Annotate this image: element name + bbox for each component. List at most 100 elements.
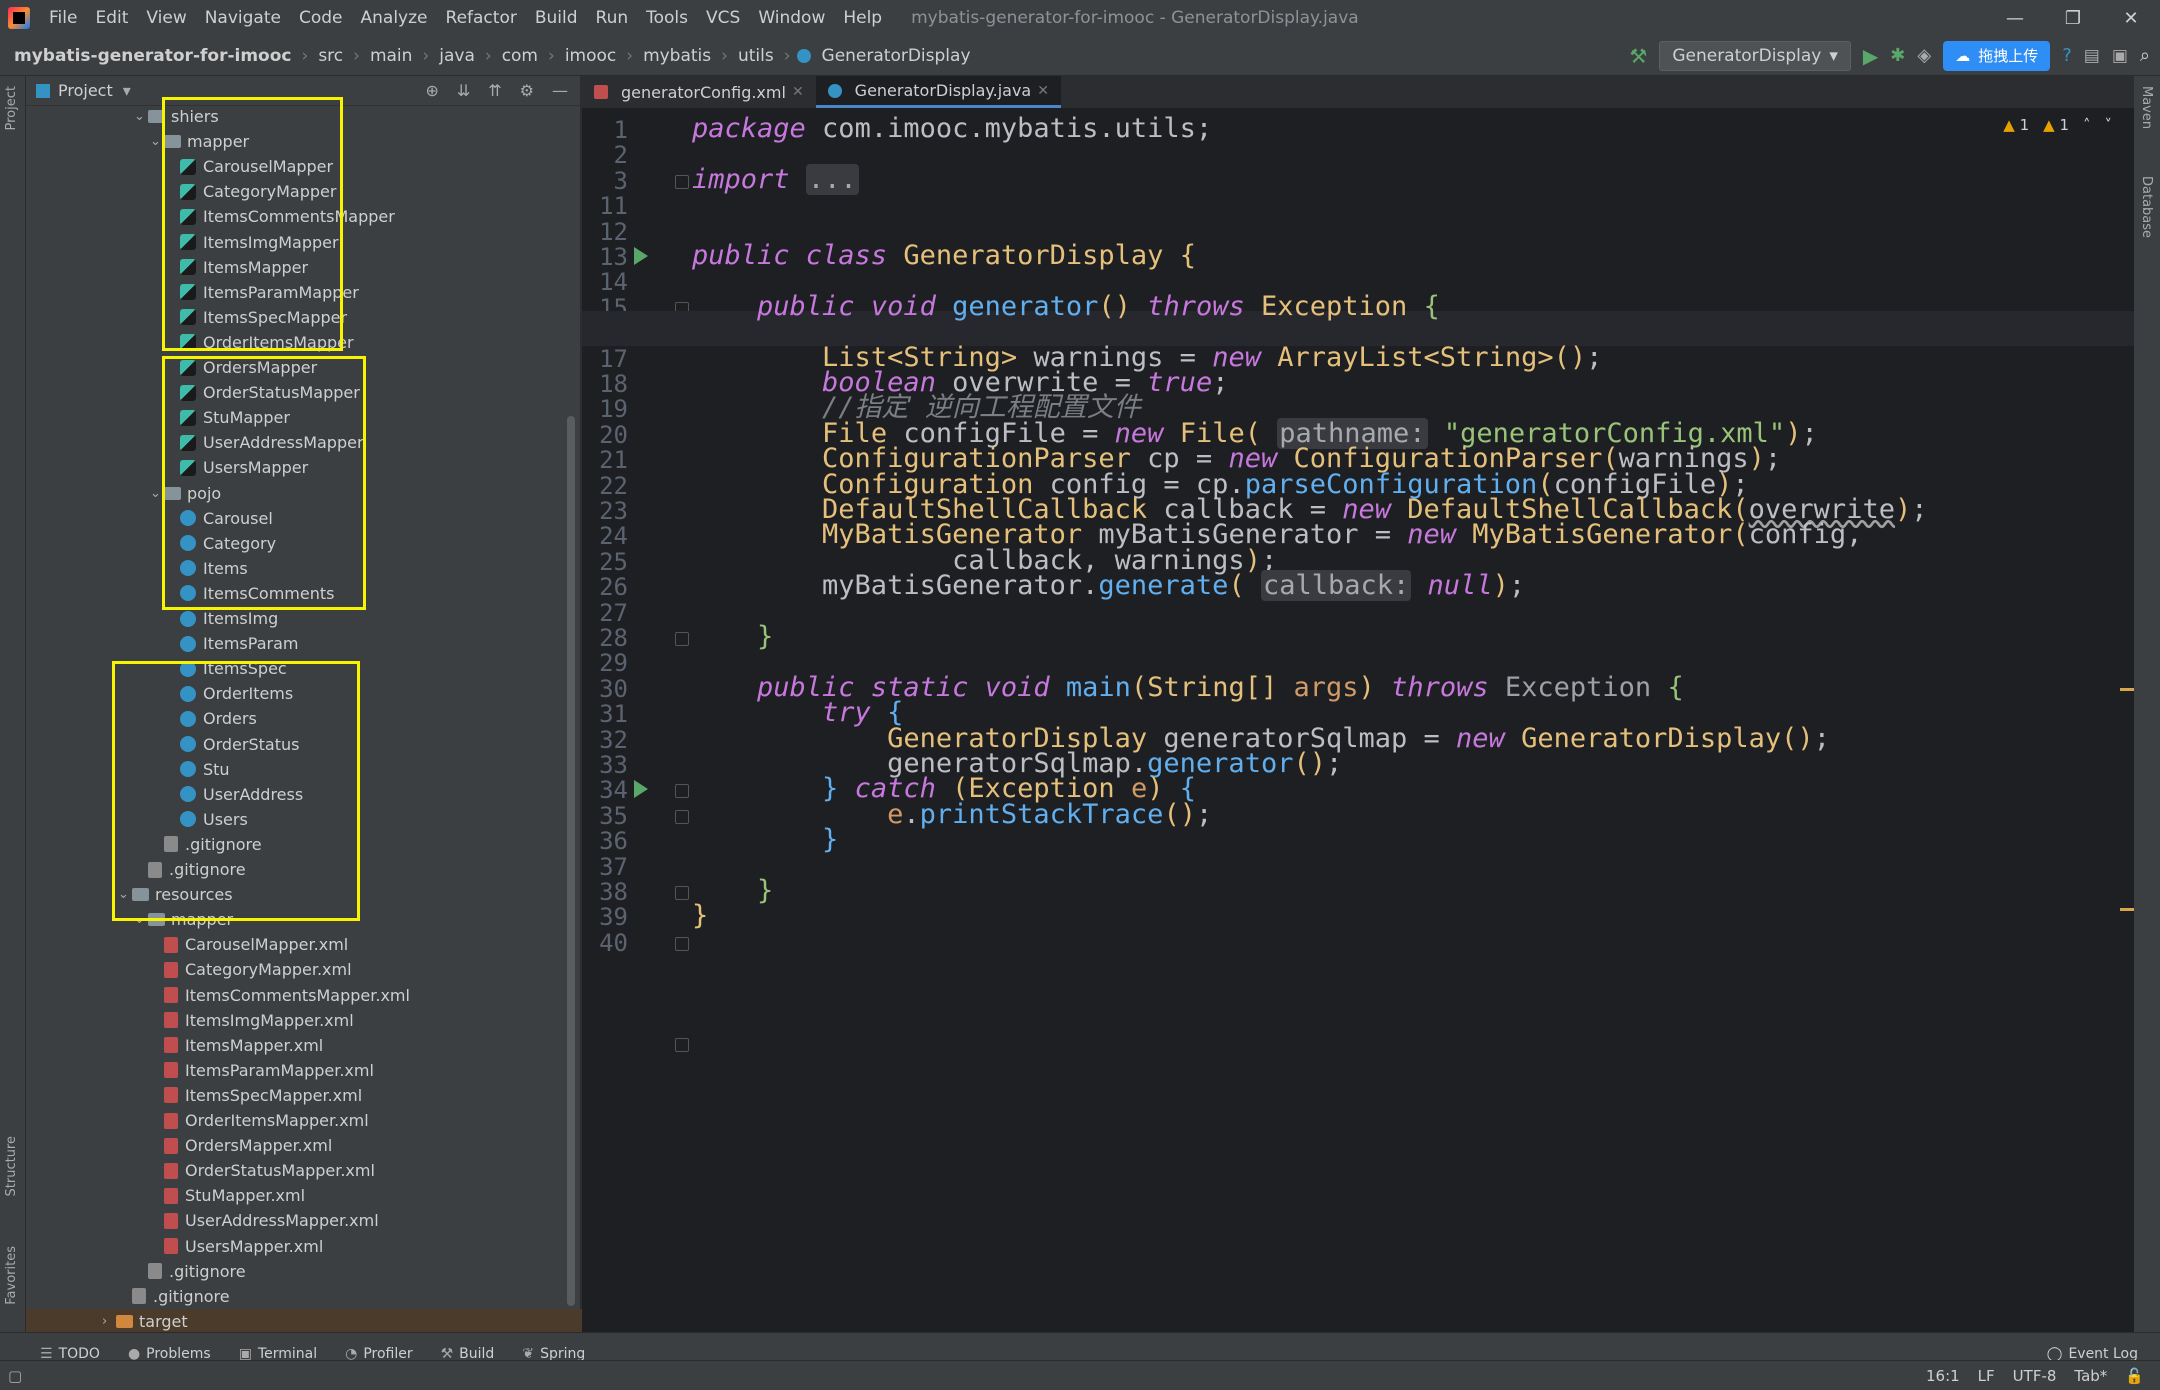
chevron-down-icon[interactable]: ˅ xyxy=(2105,116,2113,134)
warning-marker[interactable] xyxy=(2120,688,2134,691)
fold-marker-icon[interactable] xyxy=(675,936,689,951)
tree-node[interactable]: StuMapper.xml xyxy=(150,1183,305,1208)
tree-node[interactable]: .gitignore xyxy=(118,1284,230,1309)
expand-all-icon[interactable]: ⇊ xyxy=(457,81,470,100)
code-line[interactable]: } xyxy=(692,823,838,857)
tree-node[interactable]: CarouselMapper.xml xyxy=(150,932,348,957)
menu-item[interactable]: Tools xyxy=(637,8,697,28)
fold-marker-icon[interactable] xyxy=(675,886,689,900)
layout-icon[interactable]: ▢ xyxy=(0,1367,22,1385)
upload-button[interactable]: ☁ 拖拽上传 xyxy=(1943,40,2051,71)
run-configuration-select[interactable]: GeneratorDisplay ▾ xyxy=(1659,40,1851,71)
line-separator[interactable]: LF xyxy=(1978,1367,1995,1385)
editor-tab[interactable]: generatorConfig.xml ✕ xyxy=(582,76,816,108)
tree-node[interactable]: ItemsMapper.xml xyxy=(150,1033,323,1058)
chevron-right-icon[interactable]: › xyxy=(102,1314,116,1329)
breadcrumb-item[interactable]: utils xyxy=(734,46,778,66)
tree-node[interactable]: ItemsParamMapper.xml xyxy=(150,1058,374,1083)
gear-icon[interactable]: ⚙ xyxy=(520,81,534,100)
breadcrumb-item[interactable]: com xyxy=(498,46,542,66)
warning-marker[interactable] xyxy=(2120,908,2134,911)
tree-node[interactable]: OrdersMapper.xml xyxy=(150,1133,332,1158)
code-line[interactable]: } xyxy=(692,620,773,654)
database-tool-button[interactable]: Database xyxy=(2139,176,2154,238)
close-tab-icon[interactable]: ✕ xyxy=(1037,83,1049,99)
fold-marker-icon[interactable] xyxy=(675,784,689,799)
menu-item[interactable]: View xyxy=(137,8,195,28)
tree-node[interactable]: .gitignore xyxy=(134,1259,246,1284)
tree-node[interactable]: OrderItemsMapper.xml xyxy=(150,1108,369,1133)
tree-node[interactable]: ItemsImgMapper.xml xyxy=(150,1008,354,1033)
lock-icon[interactable]: 🔓 xyxy=(2125,1367,2144,1385)
hide-icon[interactable]: — xyxy=(552,81,568,100)
project-tool-button[interactable]: Project xyxy=(4,86,19,130)
tree-node[interactable]: › target xyxy=(26,1308,586,1334)
menu-item[interactable]: Refactor xyxy=(437,8,526,28)
indent-setting[interactable]: Tab* xyxy=(2074,1367,2107,1385)
fold-marker-icon[interactable] xyxy=(675,174,689,189)
help-icon[interactable]: ? xyxy=(2062,45,2072,66)
menu-item[interactable]: Build xyxy=(526,8,587,28)
tree-node[interactable]: ItemsParam xyxy=(166,631,298,656)
tree-node[interactable]: ItemsCommentsMapper.xml xyxy=(150,983,410,1008)
fold-marker-icon[interactable] xyxy=(675,1038,689,1053)
debug-icon[interactable]: ✱ xyxy=(1890,45,1905,66)
code-line[interactable]: import ... xyxy=(692,163,859,197)
restore-icon[interactable]: ❐ xyxy=(2044,8,2102,29)
chevron-up-icon[interactable]: ˄ xyxy=(2083,116,2091,134)
tree-node[interactable]: UserAddressMapper.xml xyxy=(150,1208,379,1233)
menu-item[interactable]: Help xyxy=(834,8,891,28)
tree-node[interactable]: ItemsSpecMapper.xml xyxy=(150,1083,362,1108)
breadcrumb-item[interactable]: java xyxy=(435,46,479,66)
breadcrumb-item[interactable]: mybatis-generator-for-imooc xyxy=(10,46,296,66)
coverage-icon[interactable]: ◈ xyxy=(1917,45,1931,66)
code-area[interactable]: package com.imooc.mybatis.utils; import .… xyxy=(582,108,2134,1332)
project-scrollbar[interactable] xyxy=(567,416,575,1306)
run-gutter-icon[interactable] xyxy=(634,247,648,265)
breadcrumb-item[interactable]: main xyxy=(366,46,416,66)
search-icon[interactable]: ⌕ xyxy=(2140,45,2150,66)
favorites-tool-button[interactable]: Favorites xyxy=(4,1246,19,1305)
minimize-icon[interactable]: — xyxy=(1986,8,2044,29)
menu-item[interactable]: Run xyxy=(587,8,638,28)
tree-node[interactable]: CategoryMapper.xml xyxy=(150,957,352,982)
run-icon[interactable]: ▶ xyxy=(1863,44,1878,68)
menu-item[interactable]: Window xyxy=(749,8,834,28)
menu-item[interactable]: File xyxy=(40,8,86,28)
file-encoding[interactable]: UTF-8 xyxy=(2013,1367,2057,1385)
tree-node[interactable]: OrderStatusMapper.xml xyxy=(150,1158,375,1183)
close-tab-icon[interactable]: ✕ xyxy=(792,84,804,100)
code-line[interactable]: myBatisGenerator.generate( callback: nul… xyxy=(692,569,1525,603)
fold-marker-icon[interactable] xyxy=(675,632,689,646)
editor-scrollbar[interactable] xyxy=(2120,108,2134,1332)
project-panel-title[interactable]: Project xyxy=(58,81,113,100)
code-line[interactable]: public class GeneratorDisplay { xyxy=(692,239,1196,273)
menu-item[interactable]: Code xyxy=(290,8,352,28)
breadcrumb-item[interactable]: imooc xyxy=(561,46,620,66)
menu-item[interactable]: VCS xyxy=(697,8,749,28)
collapse-all-icon[interactable]: ⇈ xyxy=(488,81,501,100)
run-gutter-icon[interactable] xyxy=(634,780,648,799)
menu-item[interactable]: Navigate xyxy=(196,8,290,28)
frame-icon[interactable]: ▣ xyxy=(2112,46,2128,66)
menu-item[interactable]: Edit xyxy=(86,8,137,28)
inspection-widget[interactable]: ▲ 1 ▲ 1 ˄ ˅ xyxy=(2003,116,2112,134)
tree-node[interactable]: UsersMapper.xml xyxy=(150,1234,323,1259)
chevron-down-icon[interactable]: ⌄ xyxy=(134,109,148,124)
structure-tool-button[interactable]: Structure xyxy=(4,1136,19,1196)
breadcrumb-item[interactable]: mybatis xyxy=(639,46,715,66)
build-hammer-icon[interactable]: ⚒ xyxy=(1629,44,1647,68)
caret-position[interactable]: 16:1 xyxy=(1926,1367,1960,1385)
code-line[interactable]: public void generator() throws Exception… xyxy=(692,290,1440,324)
breadcrumb-item[interactable]: src xyxy=(314,46,347,66)
code-line[interactable]: package com.imooc.mybatis.utils; xyxy=(692,112,1212,146)
menu-item[interactable]: Analyze xyxy=(352,8,437,28)
project-structure-icon[interactable]: ▤ xyxy=(2084,46,2100,66)
maven-tool-button[interactable]: Maven xyxy=(2139,86,2154,129)
editor-tab[interactable]: GeneratorDisplay.java ✕ xyxy=(815,76,1061,108)
chevron-down-icon[interactable]: ▾ xyxy=(123,81,131,100)
fold-marker-icon[interactable] xyxy=(675,809,689,824)
close-icon[interactable]: ✕ xyxy=(2102,8,2160,29)
breadcrumb-item[interactable]: GeneratorDisplay xyxy=(818,46,975,66)
code-line[interactable]: } xyxy=(692,899,708,933)
